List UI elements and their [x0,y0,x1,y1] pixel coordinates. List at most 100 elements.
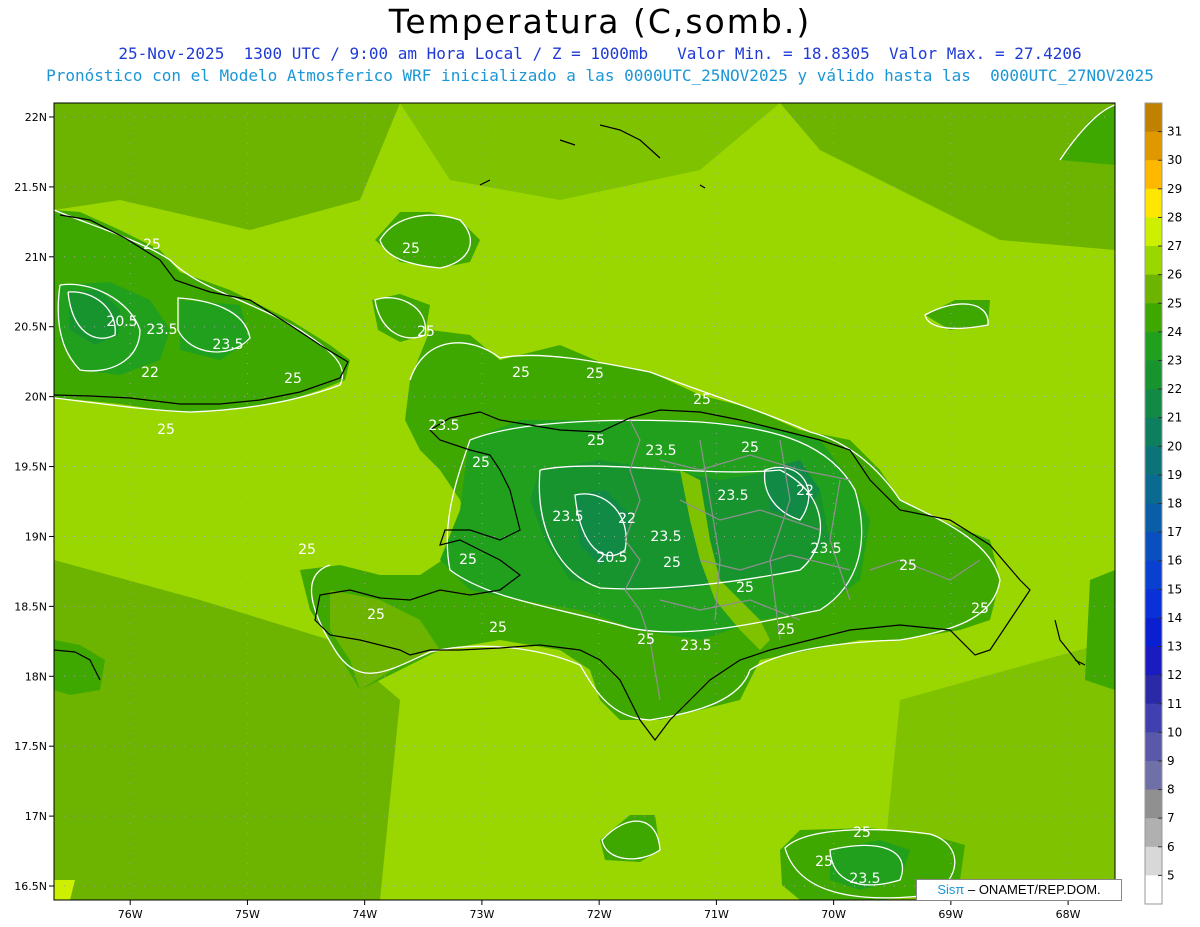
colorbar-label: 14 [1167,611,1182,625]
credit-badge: Sisπ – ONAMET/REP.DOM. [916,879,1122,901]
colorbar-label: 6 [1167,840,1175,854]
contour-label: 25 [417,324,435,340]
colorbar-swatch [1145,360,1162,390]
lat-label: 17N [25,810,47,823]
contour-label: 25 [143,237,161,253]
colorbar-swatch [1145,675,1162,705]
contour-label: 25 [459,552,477,568]
contour-label: 23.5 [645,443,676,459]
contour-label: 25 [663,555,681,571]
colorbar-swatch [1145,331,1162,361]
contour-label: 23.5 [849,871,880,887]
colorbar-swatch [1145,274,1162,304]
contour-label: 25 [586,366,604,382]
contour-label: 25 [693,392,711,408]
colorbar-label: 5 [1167,868,1175,882]
contour-label: 23.5 [212,337,243,353]
colorbar-swatch [1145,188,1162,218]
colorbar-label: 17 [1167,525,1182,539]
colorbar-label: 23 [1167,353,1182,367]
colorbar-label: 29 [1167,182,1182,196]
lat-label: 20.5N [14,321,47,334]
contour-label: 25 [402,241,420,257]
colorbar-label: 8 [1167,783,1175,797]
map-canvas: 22N 21.5N 21N 20.5N 20N 19.5N 19N 18.5N 18N 17.5N… [14,102,1182,921]
lon-label: 73W [469,908,494,921]
colorbar-label: 28 [1167,210,1182,224]
lat-label: 20N [25,391,47,404]
contour-label: 25 [853,825,871,841]
colorbar-label: 10 [1167,725,1182,739]
colorbar-label: 31 [1167,125,1182,139]
colorbar-swatch [1145,417,1162,447]
colorbar-label: 16 [1167,554,1182,568]
contour-label: 20.5 [596,550,627,566]
colorbar-label: 9 [1167,754,1175,768]
colorbar-swatch [1145,246,1162,276]
colorbar-swatch [1145,732,1162,762]
contour-label: 25 [899,558,917,574]
lat-label: 19N [25,530,47,543]
lat-label: 17.5N [14,740,47,753]
lon-label: 69W [938,908,963,921]
colorbar-label: 21 [1167,411,1182,425]
contour-label: 23.5 [552,509,583,525]
contour-label: 25 [736,580,754,596]
lon-label: 75W [235,908,260,921]
contour-label: 25 [367,607,385,623]
lat-label: 18.5N [14,600,47,613]
colorbar-label: 13 [1167,640,1182,654]
colorbar-swatch [1145,646,1162,676]
lon-label: 74W [352,908,377,921]
lon-label: 68W [1056,908,1081,921]
lat-label: 21N [25,251,47,264]
contour-label: 25 [472,455,490,471]
lon-label: 71W [704,908,729,921]
contour-label: 25 [637,632,655,648]
contour-label: 25 [815,854,833,870]
colorbar-swatch [1145,131,1162,161]
contour-label: 20.5 [106,314,137,330]
colorbar-swatch [1145,303,1162,333]
contour-label: 23.5 [717,488,748,504]
colorbar-label: 26 [1167,268,1182,282]
colorbar-label: 22 [1167,382,1182,396]
contour-label: 22 [618,511,636,527]
temperature-field [54,103,1115,900]
colorbar-swatch [1145,617,1162,648]
colorbar-label: 27 [1167,239,1182,253]
colorbar-swatch [1145,160,1162,190]
colorbar-swatch [1145,703,1162,733]
contour-label: 22 [796,483,814,499]
lon-label: 76W [118,908,143,921]
lat-label: 22N [25,111,47,124]
contour-label: 22 [141,365,159,381]
lat-label: 16.5N [14,880,47,893]
colorbar-swatch [1145,474,1162,504]
colorbar-swatch [1145,846,1162,876]
colorbar-swatch [1145,503,1162,533]
colorbar-swatch [1145,560,1162,590]
colorbar-swatch [1145,103,1162,133]
contour-label: 25 [587,433,605,449]
colorbar-swatch [1145,217,1162,247]
colorbar-swatch [1145,760,1162,791]
colorbar-label: 11 [1167,697,1182,711]
lat-label: 18N [25,670,47,683]
contour-label: 25 [298,542,316,558]
contour-label: 23.5 [146,322,177,338]
contour-label: 25 [284,371,302,387]
colorbar-swatch [1145,389,1162,419]
colorbar-label: 18 [1167,497,1182,511]
contour-label: 23.5 [810,541,841,557]
colorbar-swatch [1145,818,1162,848]
colorbar-label: 19 [1167,468,1182,482]
colorbar-label: 7 [1167,811,1175,825]
colorbar-label: 25 [1167,296,1182,310]
colorbar-swatch [1145,532,1162,562]
colorbar-swatch [1145,875,1162,905]
contour-label: 25 [777,622,795,638]
lon-label: 70W [821,908,846,921]
colorbar-label: 12 [1167,668,1182,682]
colorbar-swatch [1145,446,1162,476]
